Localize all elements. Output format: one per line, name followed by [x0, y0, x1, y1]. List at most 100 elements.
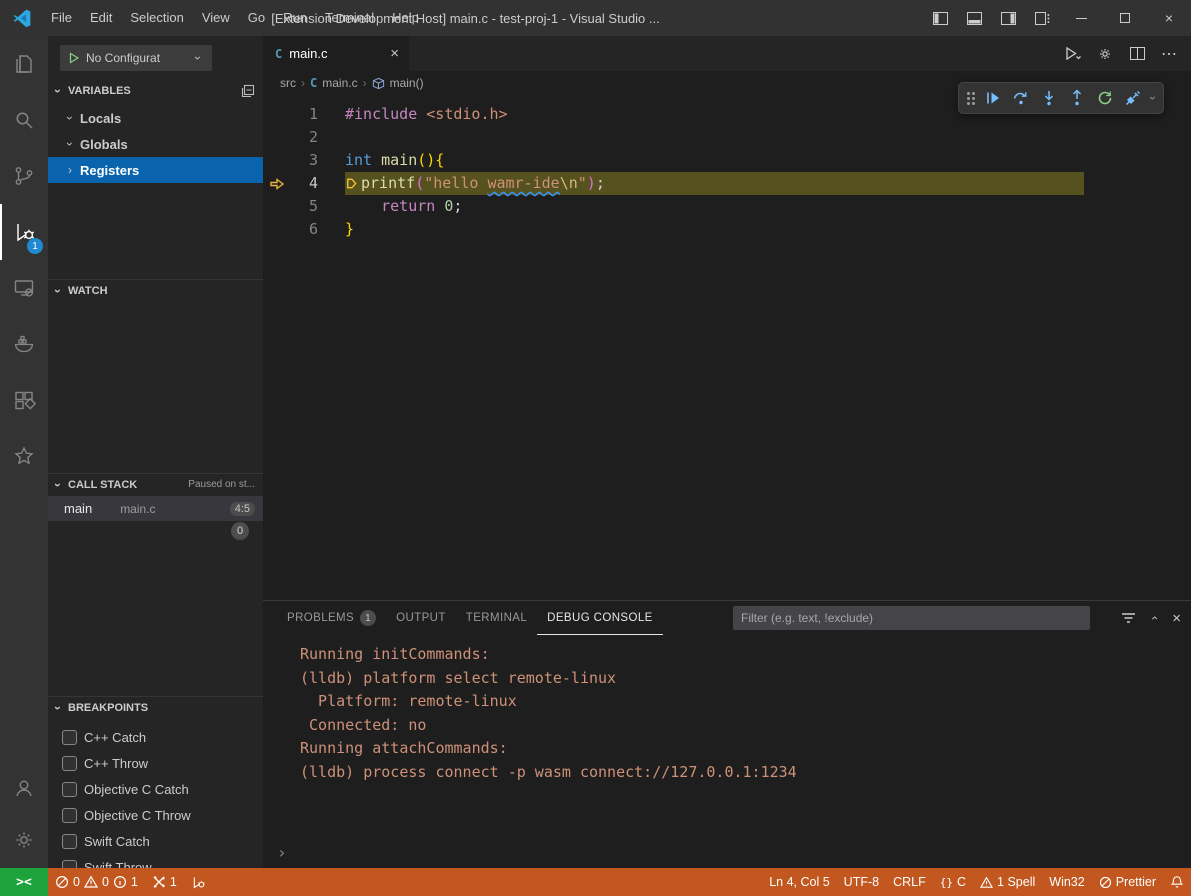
- debug-status-icon[interactable]: [184, 868, 213, 896]
- breakpoint-gutter[interactable]: [263, 195, 290, 218]
- close-button[interactable]: ×: [1147, 0, 1191, 36]
- tab-close-icon[interactable]: ×: [390, 45, 399, 62]
- restart-button[interactable]: [1091, 84, 1119, 112]
- step-out-button[interactable]: [1063, 84, 1091, 112]
- menu-file[interactable]: File: [42, 0, 81, 36]
- code-editor[interactable]: 1 #include <stdio.h> 2 3 int main(){: [263, 95, 1191, 241]
- info-count: 1: [131, 875, 138, 889]
- search-icon[interactable]: [0, 92, 48, 148]
- variables-section-header[interactable]: › VARIABLES: [48, 80, 263, 102]
- tab-terminal[interactable]: TERMINAL: [456, 601, 537, 635]
- explorer-icon[interactable]: [0, 36, 48, 92]
- run-and-debug-icon[interactable]: 1: [0, 204, 48, 260]
- menu-run[interactable]: Run: [274, 0, 316, 36]
- breadcrumb-file[interactable]: main.c: [322, 76, 357, 90]
- step-over-button[interactable]: [1007, 84, 1035, 112]
- customize-layout-icon[interactable]: [1025, 0, 1059, 36]
- docker-icon[interactable]: [0, 316, 48, 372]
- breadcrumb-symbol[interactable]: main(): [390, 76, 424, 90]
- language-mode[interactable]: {}C: [933, 868, 973, 896]
- checkbox[interactable]: [62, 782, 77, 797]
- globals-label: Globals: [80, 137, 128, 152]
- breakpoint-gutter[interactable]: [263, 103, 290, 126]
- tab-main-c[interactable]: C main.c ×: [263, 36, 409, 71]
- maximize-panel-icon[interactable]: ›: [1147, 612, 1161, 624]
- current-frame-arrow-icon[interactable]: [263, 172, 290, 195]
- tab-problems[interactable]: PROBLEMS1: [277, 601, 386, 635]
- toggle-sidebar-icon[interactable]: [923, 0, 957, 36]
- step-into-button[interactable]: [1035, 84, 1063, 112]
- menu-terminal[interactable]: Terminal: [316, 0, 383, 36]
- menu-selection[interactable]: Selection: [121, 0, 192, 36]
- code-line[interactable]: 5 return 0;: [263, 195, 1191, 218]
- star-icon[interactable]: [0, 428, 48, 484]
- chevron-down-icon[interactable]: ›: [1146, 92, 1160, 104]
- extensions-icon[interactable]: [0, 372, 48, 428]
- remote-indicator[interactable]: ><: [0, 868, 48, 896]
- checkbox[interactable]: [62, 730, 77, 745]
- code-token: return: [381, 195, 435, 218]
- breakpoint-cpp-throw[interactable]: C++ Throw: [48, 750, 263, 776]
- toolchain-status[interactable]: 1: [145, 868, 184, 896]
- code-line[interactable]: 2: [263, 126, 1191, 149]
- breakpoint-objc-catch[interactable]: Objective C Catch: [48, 776, 263, 802]
- eol-indicator[interactable]: CRLF: [886, 868, 933, 896]
- problems-status[interactable]: 0 0 1: [48, 868, 145, 896]
- debug-config-dropdown[interactable]: No Configurat ›: [60, 45, 212, 71]
- breakpoints-section-header[interactable]: › BREAKPOINTS: [48, 696, 263, 718]
- console-filter-input[interactable]: [733, 606, 1090, 630]
- variables-item-globals[interactable]: › Globals: [48, 131, 263, 157]
- menu-help[interactable]: Help: [383, 0, 428, 36]
- code-line[interactable]: 6 }: [263, 218, 1191, 241]
- menu-go[interactable]: Go: [239, 0, 274, 36]
- breakpoint-gutter[interactable]: [263, 126, 290, 149]
- breakpoint-objc-throw[interactable]: Objective C Throw: [48, 802, 263, 828]
- variables-item-locals[interactable]: › Locals: [48, 105, 263, 131]
- filter-options-icon[interactable]: [1121, 612, 1136, 624]
- tab-output[interactable]: OUTPUT: [386, 601, 456, 635]
- code-line-current[interactable]: 4 printf("hello wamr-ide\n");: [263, 172, 1191, 195]
- collapse-all-icon[interactable]: [241, 84, 255, 98]
- menu-view[interactable]: View: [193, 0, 239, 36]
- notifications-bell-icon[interactable]: [1163, 868, 1191, 896]
- breakpoint-cpp-catch[interactable]: C++ Catch: [48, 724, 263, 750]
- cursor-position[interactable]: Ln 4, Col 5: [762, 868, 836, 896]
- breakpoint-gutter[interactable]: [263, 218, 290, 241]
- breakpoint-gutter[interactable]: [263, 149, 290, 172]
- console-input-prompt[interactable]: ›: [277, 843, 287, 862]
- checkbox[interactable]: [62, 808, 77, 823]
- remote-explorer-icon[interactable]: [0, 260, 48, 316]
- formatter-status[interactable]: Prettier: [1092, 868, 1163, 896]
- menu-edit[interactable]: Edit: [81, 0, 121, 36]
- checkbox[interactable]: [62, 756, 77, 771]
- spell-checker-status[interactable]: 1 Spell: [973, 868, 1042, 896]
- chevron-down-icon: ›: [51, 85, 65, 97]
- code-line[interactable]: 3 int main(){: [263, 149, 1191, 172]
- breakpoint-swift-catch[interactable]: Swift Catch: [48, 828, 263, 854]
- close-panel-icon[interactable]: ×: [1172, 610, 1181, 627]
- settings-gear-icon[interactable]: [0, 816, 48, 864]
- maximize-button[interactable]: [1103, 0, 1147, 36]
- accounts-icon[interactable]: [0, 764, 48, 812]
- run-or-debug-icon[interactable]: [1059, 41, 1087, 67]
- breadcrumb-folder[interactable]: src: [280, 76, 296, 90]
- platform-indicator[interactable]: Win32: [1042, 868, 1091, 896]
- encoding-indicator[interactable]: UTF-8: [837, 868, 886, 896]
- split-editor-icon[interactable]: [1123, 41, 1151, 67]
- drag-handle-icon[interactable]: [967, 92, 975, 105]
- chevron-down-icon: ›: [191, 52, 205, 64]
- gear-icon[interactable]: [1091, 41, 1119, 67]
- toggle-secondary-sidebar-icon[interactable]: [991, 0, 1025, 36]
- watch-section-header[interactable]: › WATCH: [48, 279, 263, 301]
- call-stack-frame-row[interactable]: main main.c 4:5: [48, 496, 263, 521]
- disconnect-button[interactable]: [1119, 84, 1147, 112]
- checkbox[interactable]: [62, 834, 77, 849]
- tab-debug-console[interactable]: DEBUG CONSOLE: [537, 601, 663, 635]
- continue-button[interactable]: [979, 84, 1007, 112]
- toggle-panel-icon[interactable]: [957, 0, 991, 36]
- more-actions-icon[interactable]: ⋯: [1155, 41, 1183, 67]
- call-stack-section-header[interactable]: › CALL STACK Paused on st...: [48, 473, 263, 495]
- minimize-button[interactable]: [1059, 0, 1103, 36]
- source-control-icon[interactable]: [0, 148, 48, 204]
- variables-item-registers[interactable]: › Registers: [48, 157, 263, 183]
